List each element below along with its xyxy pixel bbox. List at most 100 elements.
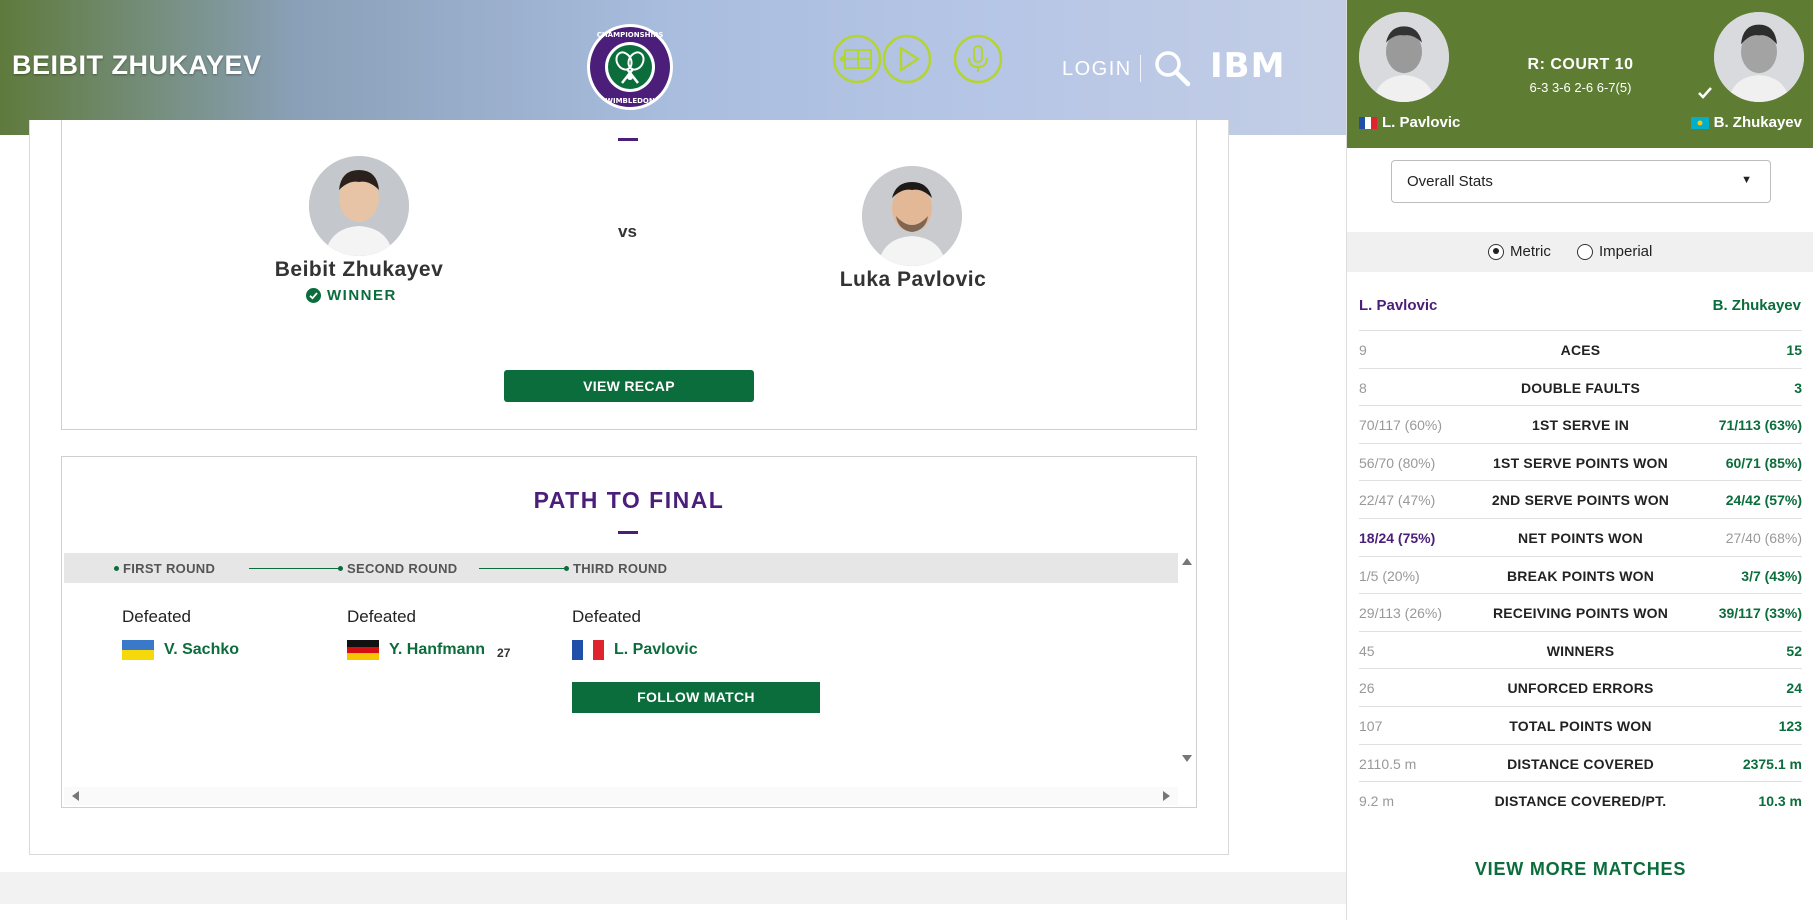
stats-player-left: L. Pavlovic [1359,297,1438,314]
stat-right-value: 52 [1786,642,1802,659]
winner-check-icon [1698,87,1712,99]
round-label: THIRD ROUND [573,561,668,576]
flag-kazakhstan-icon [1690,116,1709,129]
stat-row: 45 WINNERS 52 [1359,630,1802,669]
player-name-zhukayev[interactable]: Beibit Zhukayev [272,258,446,282]
round-first[interactable]: FIRST ROUND [114,561,215,576]
flag-france-icon [572,640,604,660]
wimbledon-logo[interactable]: CHAMPIONSHIPS WIMBLEDON [586,23,674,111]
metric-radio[interactable]: Metric [1488,243,1551,260]
panel-player-right-name: B. Zhukayev [1713,114,1802,131]
stat-row: 18/24 (75%) NET POINTS WON 27/40 (68%) [1359,517,1802,556]
match-card: Beibit Zhukayev WINNER vs Luka Pavlovic … [61,120,1197,430]
scoreboard-header[interactable]: R: COURT 10 6-3 3-6 2-6 6-7(5) L. Pavlov… [1347,0,1813,148]
rounds-timeline: FIRST ROUND SECOND ROUND THIRD ROUND [64,553,1178,583]
imperial-radio[interactable]: Imperial [1577,243,1652,260]
seed-number: 27 [497,646,511,660]
stat-right-value: 24/42 (57%) [1725,492,1802,509]
stat-right-value: 71/113 (63%) [1718,417,1802,434]
court-name: R: COURT 10 [1527,56,1634,73]
section-divider [618,531,638,534]
round-third[interactable]: THIRD ROUND [564,561,667,576]
stat-right-value: 27/40 (68%) [1725,529,1802,546]
stat-row: 9.2 m DISTANCE COVERED/PT. 10.3 m [1359,781,1802,819]
scroll-right-icon[interactable] [1163,791,1170,801]
scroll-down-icon[interactable] [1182,755,1192,762]
radio-selected-icon [1488,243,1504,260]
timeline-dot [114,566,119,571]
stat-right-value: 39/117 (33%) [1718,605,1802,622]
follow-match-button[interactable]: FOLLOW MATCH [572,682,820,713]
player-photo-pavlovic [862,166,962,266]
panel-player-right: B. Zhukayev [1690,114,1802,131]
stat-right-value: 123 [1778,717,1802,734]
stat-row: 107 TOTAL POINTS WON 123 [1359,705,1802,744]
dropdown-selected: Overall Stats [1407,173,1493,190]
stat-row: 9 ACES 15 [1359,330,1802,368]
vertical-scrollbar[interactable] [1178,553,1196,767]
timeline-dot [338,566,343,571]
winner-label: WINNER [327,287,397,304]
stat-right-value: 15 [1786,342,1802,358]
stat-right-value: 10.3 m [1758,793,1802,810]
stat-row: 1/5 (20%) BREAK POINTS WON 3/7 (43%) [1359,555,1802,594]
stat-right-value: 60/71 (85%) [1725,454,1802,471]
caret-down-icon: ▼ [1741,174,1752,186]
opponent-name[interactable]: Y. Hanfmann [389,641,485,659]
stat-label: UNFORCED ERRORS [1507,680,1654,697]
stats-player-right: B. Zhukayev [1712,297,1801,314]
opponent-sachko[interactable]: V. Sachko [122,640,239,660]
site-header: BEIBIT ZHUKAYEV CHAMPIONSHIPS WIMBLEDON [0,0,1346,135]
match-stats-panel: R: COURT 10 6-3 3-6 2-6 6-7(5) L. Pavlov… [1346,0,1813,920]
avatar-icon [309,156,409,256]
play-icon[interactable] [882,34,932,84]
stat-row: 26 UNFORCED ERRORS 24 [1359,668,1802,706]
scroll-up-icon[interactable] [1182,558,1192,565]
stat-label: DOUBLE FAULTS [1520,379,1640,396]
view-more-matches-link[interactable]: VIEW MORE MATCHES [1347,859,1813,880]
page-title: BEIBIT ZHUKAYEV [12,50,262,80]
stat-row: 2110.5 m DISTANCE COVERED 2375.1 m [1359,743,1802,782]
stat-label: DISTANCE COVERED [1507,755,1654,772]
stat-label: TOTAL POINTS WON [1509,717,1652,734]
ibm-logo[interactable]: IBM [1210,46,1285,86]
timeline-dot [564,566,569,571]
panel-player-left: L. Pavlovic [1359,114,1460,131]
round-second[interactable]: SECOND ROUND [338,561,458,576]
footer-strip [0,872,1346,904]
stat-row: 22/47 (47%) 2ND SERVE POINTS WON 24/42 (57… [1359,480,1802,518]
stat-label: WINNERS [1546,642,1615,659]
stat-right-value: 3 [1794,379,1802,396]
section-divider [618,138,638,141]
search-icon[interactable] [1152,48,1192,88]
microphone-icon[interactable] [953,34,1003,84]
stat-right-value: 3/7 (43%) [1741,567,1802,584]
stat-right-value: 24 [1786,680,1802,697]
court-icon[interactable] [832,34,882,84]
stat-right-value: 2375.1 m [1742,755,1802,772]
avatar-icon [862,166,962,266]
path-to-final-card: PATH TO FINAL FIRST ROUND SECOND ROUND T… [61,456,1197,808]
match-score: 6-3 3-6 2-6 6-7(5) [1529,80,1632,95]
stats-type-dropdown[interactable]: Overall Stats ▼ [1391,160,1771,203]
login-link[interactable]: LOGIN [1062,58,1132,81]
player-photo-zhukayev [309,156,409,256]
path-title: PATH TO FINAL [533,487,725,513]
stat-row: 29/113 (26%) RECEIVING POINTS WON 39/117 (… [1359,593,1802,631]
horizontal-scrollbar[interactable] [64,787,1178,805]
opponent-name[interactable]: L. Pavlovic [614,641,698,659]
view-recap-button[interactable]: VIEW RECAP [504,370,754,402]
radio-empty-icon [1577,243,1593,260]
opponent-pavlovic[interactable]: L. Pavlovic [572,640,698,660]
player-name-pavlovic[interactable]: Luka Pavlovic [826,268,1000,292]
stat-row: 8 DOUBLE FAULTS 3 [1359,367,1802,406]
opponent-name[interactable]: V. Sachko [164,641,239,659]
page-root: BEIBIT ZHUKAYEV CHAMPIONSHIPS WIMBLEDON [0,0,1813,920]
round-label: FIRST ROUND [123,561,216,576]
header-divider [1140,55,1141,82]
stat-row: 70/117 (60%) 1ST SERVE IN 71/113 (63%) [1359,405,1802,443]
scroll-left-icon[interactable] [72,791,79,801]
flag-germany-icon [347,640,379,660]
stat-row: 56/70 (80%) 1ST SERVE POINTS WON 60/71 (85… [1359,442,1802,481]
opponent-hanfmann[interactable]: Y. Hanfmann 27 [347,640,510,660]
